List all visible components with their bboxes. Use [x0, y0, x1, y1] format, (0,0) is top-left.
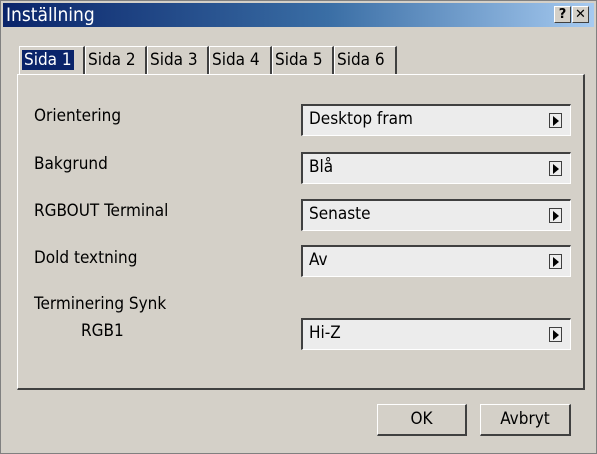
- bakgrund-select[interactable]: Blå: [301, 152, 571, 184]
- tab-label: Sida 2: [88, 50, 136, 70]
- orientering-label: Orientering: [34, 106, 122, 126]
- tab-label: Sida 1: [22, 50, 74, 70]
- dropdown-arrow-icon[interactable]: [549, 113, 562, 128]
- tab-label: Sida 4: [212, 50, 260, 70]
- bakgrund-value: Blå: [309, 157, 334, 177]
- dropdown-arrow-icon[interactable]: [549, 254, 562, 269]
- dold-textning-label: Dold textning: [34, 248, 138, 268]
- tab-label: Sida 6: [337, 50, 385, 70]
- help-button[interactable]: ?: [554, 6, 571, 23]
- dold-textning-value: Av: [309, 250, 328, 270]
- tab-label: Sida 3: [150, 50, 198, 70]
- tab-sida-3[interactable]: Sida 3: [147, 46, 209, 74]
- close-button[interactable]: ✕: [572, 6, 589, 23]
- tab-sida-4[interactable]: Sida 4: [209, 46, 272, 74]
- window-title: Inställning: [6, 4, 95, 26]
- ok-button[interactable]: OK: [377, 404, 467, 436]
- rgbout-terminal-select[interactable]: Senaste: [301, 199, 571, 231]
- settings-dialog: Inställning ? ✕ Sida 1 Sida 2 Sida 3 Sid…: [0, 0, 597, 454]
- orientering-select[interactable]: Desktop fram: [301, 104, 571, 136]
- dropdown-arrow-icon[interactable]: [549, 161, 562, 176]
- dropdown-arrow-icon[interactable]: [549, 327, 562, 342]
- terminering-synk-label: Terminering Synk: [34, 294, 167, 314]
- cancel-button[interactable]: Avbryt: [480, 404, 571, 436]
- tab-label: Sida 5: [275, 50, 323, 70]
- dropdown-arrow-icon[interactable]: [549, 208, 562, 223]
- terminering-synk-value: Hi-Z: [309, 323, 341, 343]
- dold-textning-select[interactable]: Av: [301, 245, 571, 277]
- rgbout-terminal-label: RGBOUT Terminal: [34, 201, 169, 221]
- title-bar: Inställning ? ✕: [3, 3, 594, 27]
- tab-sida-6[interactable]: Sida 6: [334, 46, 397, 74]
- terminering-synk-select[interactable]: Hi-Z: [301, 318, 571, 350]
- tab-sida-5[interactable]: Sida 5: [272, 46, 334, 74]
- tab-sida-2[interactable]: Sida 2: [85, 46, 147, 74]
- orientering-value: Desktop fram: [309, 109, 413, 129]
- bakgrund-label: Bakgrund: [34, 154, 108, 174]
- rgbout-terminal-value: Senaste: [309, 204, 371, 224]
- tab-sida-1[interactable]: Sida 1: [19, 46, 85, 74]
- rgb1-label: RGB1: [81, 321, 124, 341]
